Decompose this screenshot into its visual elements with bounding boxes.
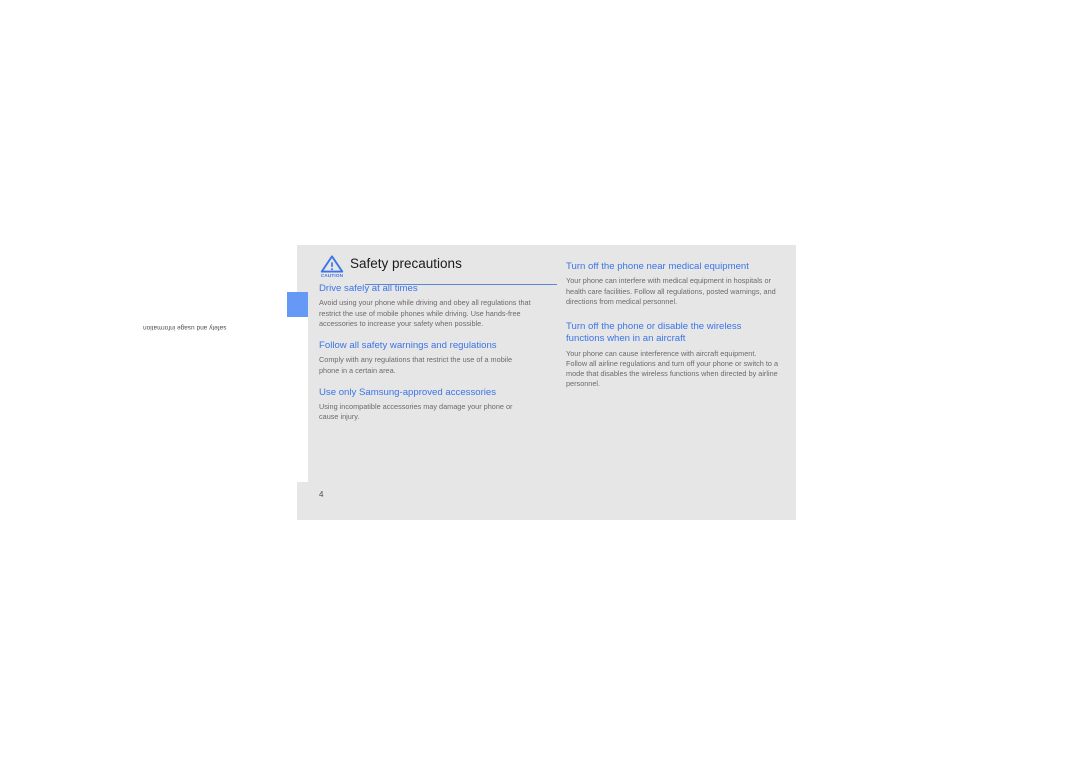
page-number: 4 [319, 490, 324, 499]
chapter-title-rule [365, 284, 557, 285]
caution-triangle-icon: CAUTION [319, 254, 345, 278]
section-heading: Turn off the phone near medical equipmen… [566, 261, 749, 272]
section: Drive safely at all times Avoid using yo… [319, 283, 532, 329]
left-column: CAUTION Safety precautions Drive safely … [319, 245, 557, 434]
section-heading: Turn off the phone or disable the wirele… [566, 321, 742, 345]
chapter-title: Safety precautions [350, 256, 462, 271]
chapter-tab-label: safety and usage information [143, 324, 227, 331]
section-body: Using incompatible accessories may damag… [319, 402, 513, 422]
section-body: Comply with any regulations that restric… [319, 355, 513, 375]
manual-page-panel: safety and usage information CAUTION Saf… [143, 245, 796, 520]
section: Follow all safety warnings and regulatio… [319, 340, 532, 376]
section-body: Your phone can cause interference with a… [566, 348, 778, 389]
section: Turn off the phone or disable the wirele… [566, 321, 779, 390]
section-body: Your phone can interfere with medical eq… [566, 276, 776, 306]
right-column: Turn off the phone near medical equipmen… [566, 245, 779, 404]
caution-icon-caption: CAUTION [320, 273, 344, 278]
chapter-tab-strip [287, 317, 308, 482]
section-heading: Use only Samsung-approved accessories [319, 386, 497, 398]
chapter-side-tab[interactable]: safety and usage information [143, 292, 308, 482]
page-content: CAUTION Safety precautions Drive safely … [319, 245, 779, 520]
chapter-header: CAUTION Safety precautions [319, 245, 532, 283]
section: Turn off the phone near medical equipmen… [566, 261, 779, 307]
section-heading: Follow all safety warnings and regulatio… [319, 340, 497, 352]
section: Use only Samsung-approved accessories Us… [319, 387, 532, 423]
section-body: Avoid using your phone while driving and… [319, 298, 531, 328]
chapter-tab-color-block [287, 292, 308, 317]
